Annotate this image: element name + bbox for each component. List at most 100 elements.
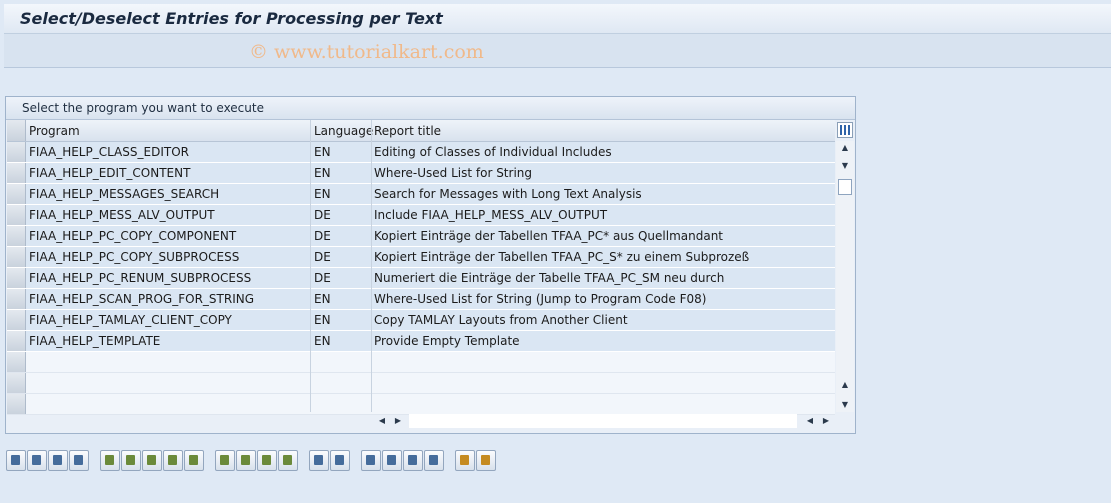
table-row[interactable]: FIAA_HELP_TAMLAY_CLIENT_COPY EN Copy TAMLA…: [7, 310, 835, 331]
program-cell[interactable]: FIAA_HELP_MESSAGES_SEARCH: [29, 187, 219, 201]
paste-append-icon[interactable]: [278, 450, 298, 471]
totals-icon[interactable]: [403, 450, 423, 471]
scroll-down-icon[interactable]: ▼: [836, 159, 854, 173]
scroll-down-icon[interactable]: ▼: [836, 398, 854, 412]
row-selector[interactable]: [7, 373, 26, 393]
row-selector[interactable]: [7, 184, 26, 204]
row-selector[interactable]: [7, 226, 26, 246]
column-header-program[interactable]: Program: [29, 124, 80, 138]
row-selector[interactable]: [7, 289, 26, 309]
page-title: Select/Deselect Entries for Processing p…: [20, 9, 443, 28]
program-cell[interactable]: FIAA_HELP_PC_COPY_SUBPROCESS: [29, 250, 239, 264]
row-selector[interactable]: [7, 394, 26, 414]
row-selector[interactable]: [7, 310, 26, 330]
column-header-language[interactable]: Language: [314, 124, 373, 138]
export-icon[interactable]: [455, 450, 475, 471]
scroll-right-icon[interactable]: ▶: [391, 414, 405, 428]
report-title-cell[interactable]: Numeriert die Einträge der Tabelle TFAA_…: [374, 271, 724, 285]
program-cell[interactable]: FIAA_HELP_PC_COPY_COMPONENT: [29, 229, 236, 243]
scroll-right-icon[interactable]: ▶: [819, 414, 833, 428]
horizontal-scrollbar[interactable]: ◀ ▶ ◀ ▶: [371, 413, 834, 429]
table-row[interactable]: FIAA_HELP_TEMPLATE EN Provide Empty Templa…: [7, 331, 835, 352]
details-icon[interactable]: [6, 450, 26, 471]
row-selector[interactable]: [7, 352, 26, 372]
print-icon[interactable]: [476, 450, 496, 471]
language-cell[interactable]: DE: [314, 208, 331, 222]
row-selector[interactable]: [7, 205, 26, 225]
report-title-cell[interactable]: Copy TAMLAY Layouts from Another Client: [374, 313, 628, 327]
report-title-cell[interactable]: Where-Used List for String: [374, 166, 532, 180]
copy-row-icon[interactable]: [184, 450, 204, 471]
program-cell[interactable]: FIAA_HELP_SCAN_PROG_FOR_STRING: [29, 292, 254, 306]
row-selector[interactable]: [7, 247, 26, 267]
report-title-cell[interactable]: Include FIAA_HELP_MESS_ALV_OUTPUT: [374, 208, 607, 222]
scroll-left-icon[interactable]: ◀: [375, 414, 389, 428]
table-row[interactable]: FIAA_HELP_SCAN_PROG_FOR_STRING EN Where-Us…: [7, 289, 835, 310]
select-block-icon[interactable]: [69, 450, 89, 471]
table-row[interactable]: FIAA_HELP_CLASS_EDITOR EN Editing of Class…: [7, 142, 835, 163]
report-title-cell[interactable]: Kopiert Einträge der Tabellen TFAA_PC_S*…: [374, 250, 749, 264]
column-settings-icon[interactable]: [837, 122, 853, 138]
language-cell[interactable]: EN: [314, 145, 331, 159]
language-cell[interactable]: EN: [314, 334, 331, 348]
scroll-up-icon[interactable]: ▲: [836, 378, 854, 392]
table-row[interactable]: FIAA_HELP_PC_RENUM_SUBPROCESS DE Numeriert…: [7, 268, 835, 289]
deselect-all-icon[interactable]: [48, 450, 68, 471]
scroll-track[interactable]: [409, 414, 797, 428]
find-icon[interactable]: [361, 450, 381, 471]
insert-row-icon[interactable]: [100, 450, 120, 471]
table-row[interactable]: FIAA_HELP_MESSAGES_SEARCH EN Search for Me…: [7, 184, 835, 205]
delete-row-icon[interactable]: [142, 450, 162, 471]
undo-icon[interactable]: [163, 450, 183, 471]
scroll-thumb[interactable]: [838, 179, 852, 195]
program-cell[interactable]: FIAA_HELP_MESS_ALV_OUTPUT: [29, 208, 215, 222]
table-row[interactable]: FIAA_HELP_MESS_ALV_OUTPUT DE Include FIAA_…: [7, 205, 835, 226]
report-title-cell[interactable]: Editing of Classes of Individual Include…: [374, 145, 612, 159]
program-cell[interactable]: FIAA_HELP_TEMPLATE: [29, 334, 160, 348]
language-cell[interactable]: EN: [314, 313, 331, 327]
row-selector[interactable]: [7, 163, 26, 183]
column-header-report-title[interactable]: Report title: [374, 124, 441, 138]
language-cell[interactable]: EN: [314, 292, 331, 306]
scroll-up-icon[interactable]: ▲: [836, 141, 854, 155]
program-cell[interactable]: FIAA_HELP_EDIT_CONTENT: [29, 166, 190, 180]
row-selector[interactable]: [7, 142, 26, 162]
language-cell[interactable]: DE: [314, 271, 331, 285]
program-table: Program Language Report title FIAA_HELP_…: [7, 120, 835, 415]
sort-ascending-icon[interactable]: [309, 450, 329, 471]
table-row[interactable]: FIAA_HELP_EDIT_CONTENT EN Where-Used List …: [7, 163, 835, 184]
program-cell[interactable]: FIAA_HELP_PC_RENUM_SUBPROCESS: [29, 271, 251, 285]
row-selector[interactable]: [7, 331, 26, 351]
row-selector[interactable]: [7, 268, 26, 288]
table-row[interactable]: FIAA_HELP_PC_COPY_COMPONENT DE Kopiert Ein…: [7, 226, 835, 247]
scroll-left-icon[interactable]: ◀: [803, 414, 817, 428]
empty-table-row[interactable]: [7, 352, 835, 373]
find-next-icon[interactable]: [382, 450, 402, 471]
copy-icon[interactable]: [236, 450, 256, 471]
sort-descending-icon[interactable]: [330, 450, 350, 471]
column-divider: [371, 120, 372, 412]
report-title-cell[interactable]: Where-Used List for String (Jump to Prog…: [374, 292, 706, 306]
empty-table-row[interactable]: [7, 373, 835, 394]
table-row[interactable]: FIAA_HELP_PC_COPY_SUBPROCESS DE Kopiert Ei…: [7, 247, 835, 268]
column-divider: [310, 120, 311, 412]
cut-icon[interactable]: [215, 450, 235, 471]
title-bar: Select/Deselect Entries for Processing p…: [4, 4, 1111, 34]
report-title-cell[interactable]: Kopiert Einträge der Tabellen TFAA_PC* a…: [374, 229, 723, 243]
empty-table-row[interactable]: [7, 394, 835, 415]
program-cell[interactable]: FIAA_HELP_TAMLAY_CLIENT_COPY: [29, 313, 232, 327]
panel-title: Select the program you want to execute: [22, 101, 264, 115]
language-cell[interactable]: DE: [314, 250, 331, 264]
paste-icon[interactable]: [257, 450, 277, 471]
select-all-cell[interactable]: [7, 120, 26, 141]
filter-icon[interactable]: [424, 450, 444, 471]
language-cell[interactable]: DE: [314, 229, 331, 243]
language-cell[interactable]: EN: [314, 166, 331, 180]
report-title-cell[interactable]: Provide Empty Template: [374, 334, 520, 348]
append-row-icon[interactable]: [121, 450, 141, 471]
language-cell[interactable]: EN: [314, 187, 331, 201]
vertical-scrollbar[interactable]: ▲ ▼ ▲ ▼: [836, 141, 854, 412]
select-all-icon[interactable]: [27, 450, 47, 471]
report-title-cell[interactable]: Search for Messages with Long Text Analy…: [374, 187, 642, 201]
program-cell[interactable]: FIAA_HELP_CLASS_EDITOR: [29, 145, 189, 159]
